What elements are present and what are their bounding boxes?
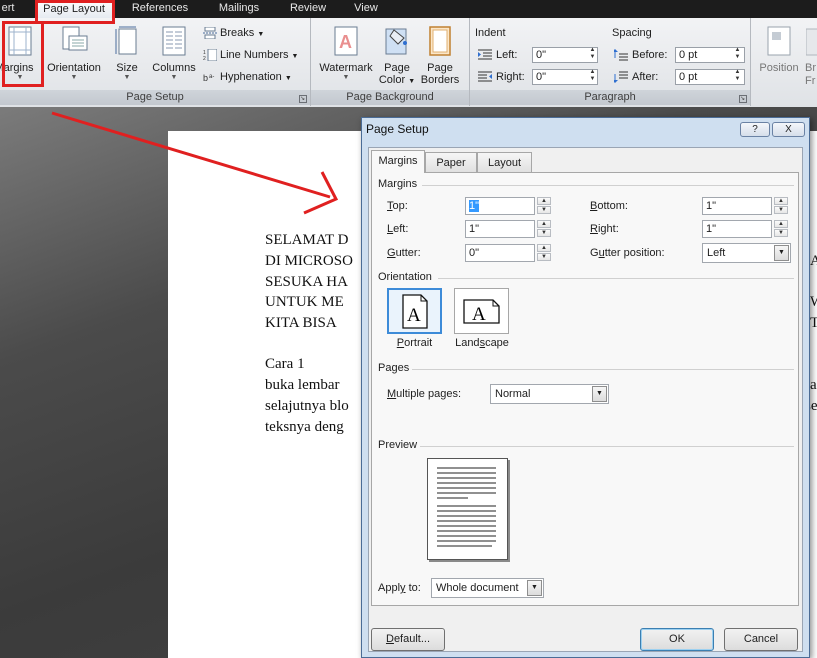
gutter-spinner[interactable]: ▲ ▼ xyxy=(537,244,551,262)
spin-up-icon[interactable]: ▲ xyxy=(537,244,551,252)
spin-down-icon[interactable]: ▼ xyxy=(774,229,788,237)
bottom-margin-spinner[interactable]: ▲ ▼ xyxy=(774,197,788,215)
pages-section-heading: Pages xyxy=(378,362,410,374)
chevron-down-icon[interactable]: ▼ xyxy=(774,245,789,261)
spin-down-icon[interactable]: ▼ xyxy=(537,253,551,261)
margins-tab-panel: Margins Top: 1" ▲ ▼ Bottom: 1" ▲ ▼ Left: 1… xyxy=(371,172,799,606)
divider xyxy=(412,369,794,370)
tab-layout[interactable]: Layout xyxy=(477,152,532,172)
top-margin-spinner[interactable]: ▲ ▼ xyxy=(537,197,551,215)
gutter-input[interactable]: 0" xyxy=(465,244,535,262)
spin-down-icon[interactable]: ▼ xyxy=(537,229,551,237)
landscape-label: Landscape xyxy=(455,337,509,349)
right-margin-label: Right: xyxy=(590,223,619,235)
spin-up-icon[interactable]: ▲ xyxy=(537,220,551,228)
svg-text:A: A xyxy=(472,304,486,325)
preview-text-lines-icon xyxy=(437,467,496,547)
top-margin-input[interactable]: 1" xyxy=(465,197,535,215)
spin-up-icon[interactable]: ▲ xyxy=(774,220,788,228)
close-button[interactable]: X xyxy=(772,122,805,137)
top-margin-label: Top: xyxy=(387,200,408,212)
dialog-body: Margins Paper Layout Margins Top: 1" ▲ ▼ … xyxy=(368,147,803,652)
left-margin-spinner[interactable]: ▲ ▼ xyxy=(537,220,551,238)
tab-margins[interactable]: Margins xyxy=(371,150,425,173)
spin-up-icon[interactable]: ▲ xyxy=(774,197,788,205)
ok-button[interactable]: OK xyxy=(640,628,714,651)
default-button[interactable]: Default... xyxy=(371,628,445,651)
apply-to-label: Apply to: xyxy=(378,582,421,594)
chevron-down-icon[interactable]: ▼ xyxy=(527,580,542,596)
multiple-pages-select[interactable]: Normal ▼ xyxy=(490,384,609,404)
bottom-margin-label: Bottom: xyxy=(590,200,628,212)
divider xyxy=(438,278,794,279)
dialog-title: Page Setup xyxy=(366,122,429,136)
spin-down-icon[interactable]: ▼ xyxy=(537,206,551,214)
help-button[interactable]: ? xyxy=(740,122,770,137)
close-icon: X xyxy=(785,124,792,135)
gutter-position-label: Gutter position: xyxy=(590,247,665,259)
chevron-down-icon[interactable]: ▼ xyxy=(592,386,607,402)
left-margin-input[interactable]: 1" xyxy=(465,220,535,238)
portrait-option[interactable]: A xyxy=(387,288,442,334)
svg-text:A: A xyxy=(407,305,421,326)
landscape-page-icon: A xyxy=(463,299,500,325)
left-margin-label: Left: xyxy=(387,223,409,235)
spin-down-icon[interactable]: ▼ xyxy=(774,206,788,214)
right-margin-input[interactable]: 1" xyxy=(702,220,772,238)
landscape-option[interactable]: A xyxy=(454,288,509,334)
cancel-button[interactable]: Cancel xyxy=(724,628,798,651)
portrait-page-icon: A xyxy=(402,294,428,329)
margins-section-heading: Margins xyxy=(378,178,418,190)
page-setup-dialog: Page Setup ? X Margins Paper Layout Marg… xyxy=(361,117,810,658)
gutter-label: Gutter: xyxy=(387,247,421,259)
divider xyxy=(422,185,794,186)
right-margin-spinner[interactable]: ▲ ▼ xyxy=(774,220,788,238)
apply-to-select[interactable]: Whole document ▼ xyxy=(431,578,544,598)
help-icon: ? xyxy=(752,124,758,135)
multiple-pages-label: Multiple pages: xyxy=(387,388,461,400)
bottom-margin-input[interactable]: 1" xyxy=(702,197,772,215)
spin-up-icon[interactable]: ▲ xyxy=(537,197,551,205)
portrait-label: Portrait xyxy=(396,337,433,349)
orientation-section-heading: Orientation xyxy=(378,271,432,283)
tab-paper[interactable]: Paper xyxy=(425,152,477,172)
gutter-position-select[interactable]: Left ▼ xyxy=(702,243,791,263)
preview-section-heading: Preview xyxy=(378,439,418,451)
page-preview xyxy=(427,458,508,560)
divider xyxy=(420,446,794,447)
